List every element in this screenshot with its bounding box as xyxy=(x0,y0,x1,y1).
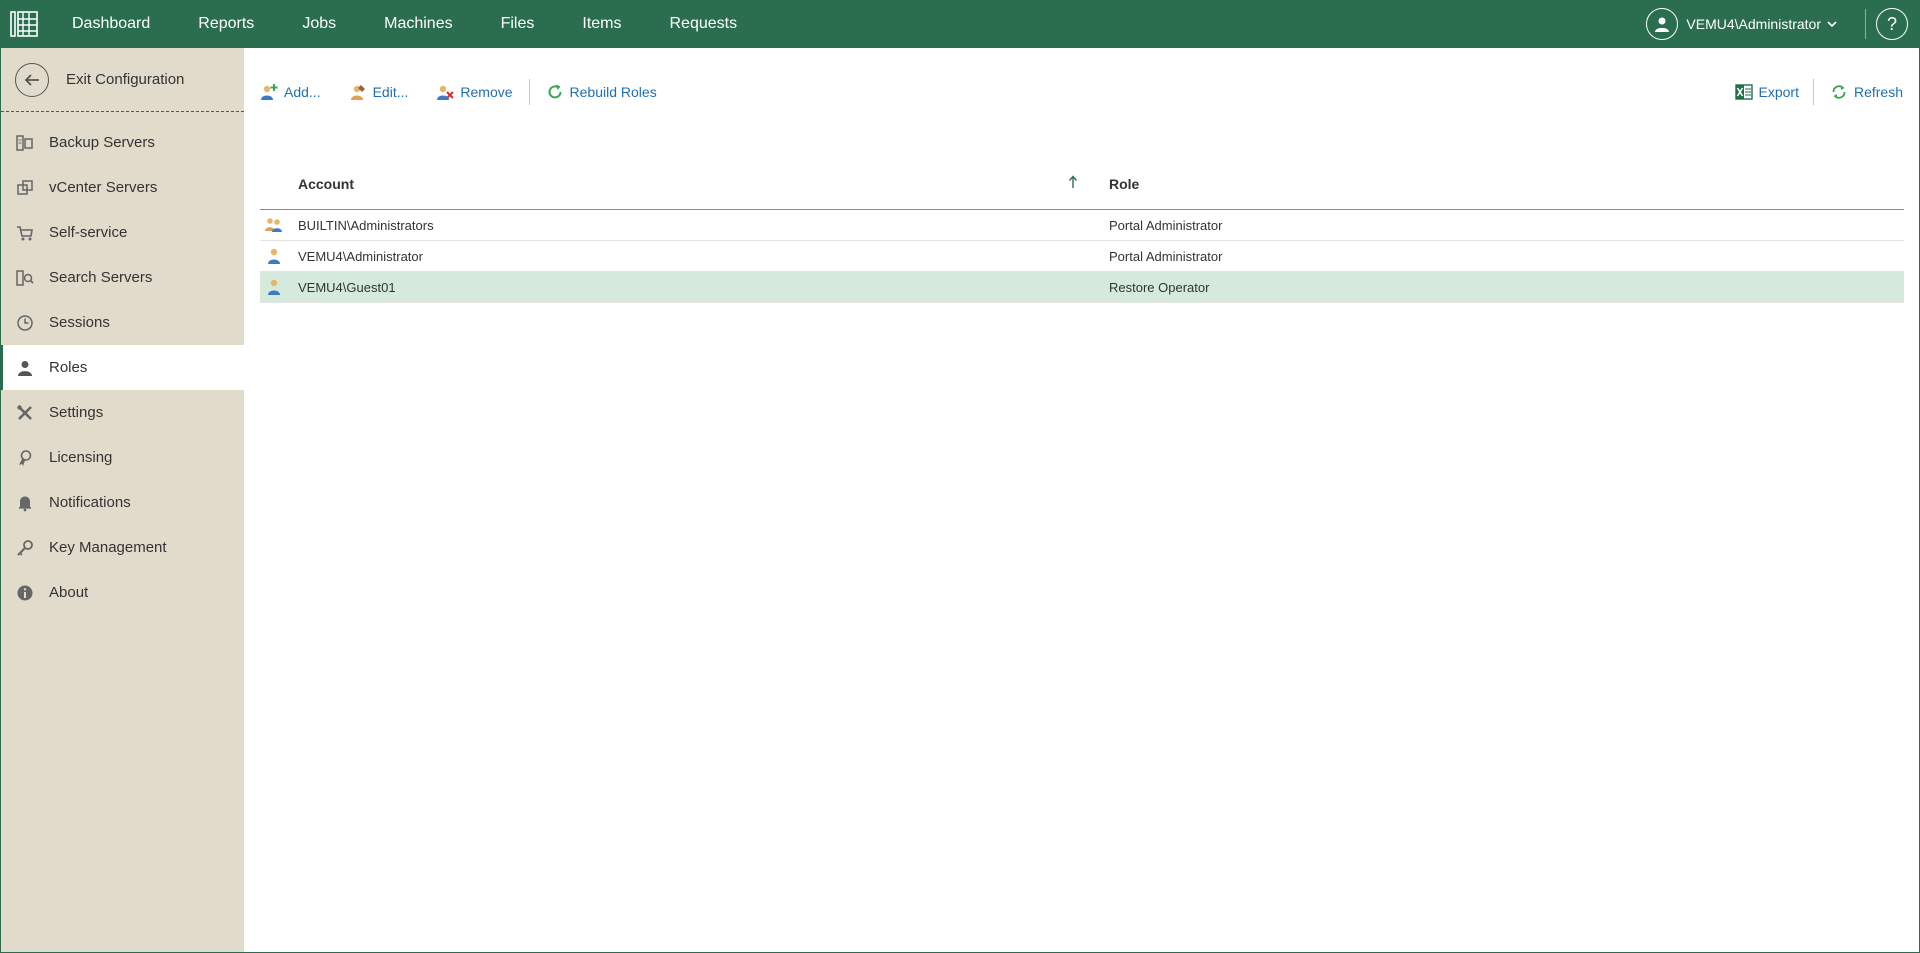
row-account: VEMU4\Guest01 xyxy=(298,280,396,295)
license-icon xyxy=(15,448,35,468)
row-account: BUILTIN\Administrators xyxy=(298,218,434,233)
sidebar-item-licensing[interactable]: Licensing xyxy=(1,435,244,480)
sort-ascending-icon[interactable] xyxy=(1068,174,1078,195)
column-header-account[interactable]: Account xyxy=(298,176,354,192)
bell-icon xyxy=(15,493,35,513)
search-servers-icon xyxy=(15,268,35,288)
rebuild-roles-label: Rebuild Roles xyxy=(569,84,657,100)
sidebar-item-backup-servers[interactable]: Backup Servers xyxy=(1,120,244,165)
remove-button[interactable]: Remove xyxy=(436,83,513,101)
sidebar-item-key-management[interactable]: Key Management xyxy=(1,525,244,570)
nav-items[interactable]: Items xyxy=(582,15,621,33)
help-button[interactable]: ? xyxy=(1876,8,1908,40)
sidebar-item-label: Key Management xyxy=(49,539,167,556)
app-logo-icon[interactable] xyxy=(0,0,48,48)
main-nav: Dashboard Reports Jobs Machines Files It… xyxy=(72,15,785,33)
nav-machines[interactable]: Machines xyxy=(384,15,452,33)
refresh-icon xyxy=(1832,85,1846,99)
sidebar-item-label: vCenter Servers xyxy=(49,179,158,196)
row-role: Restore Operator xyxy=(1109,280,1210,295)
main-content: Add... Edit... Remove Rebuild Roles Expo… xyxy=(244,48,1920,953)
user-name: VEMU4\Administrator xyxy=(1686,16,1821,32)
toolbar-divider xyxy=(1812,79,1814,105)
export-label: Export xyxy=(1758,84,1799,100)
edit-label: Edit... xyxy=(372,84,409,100)
nav-dashboard[interactable]: Dashboard xyxy=(72,15,150,33)
row-account: VEMU4\Administrator xyxy=(298,249,423,264)
sidebar-item-label: Sessions xyxy=(49,314,110,331)
sidebar-item-label: Licensing xyxy=(49,449,113,466)
sidebar-item-label: Settings xyxy=(49,404,104,421)
toolbar-divider xyxy=(528,79,530,105)
refresh-button[interactable]: Refresh xyxy=(1830,83,1903,101)
remove-user-icon xyxy=(437,85,455,100)
group-icon xyxy=(264,216,284,239)
sidebar-item-sessions[interactable]: Sessions xyxy=(1,300,244,345)
row-role: Portal Administrator xyxy=(1109,249,1223,264)
user-icon xyxy=(264,278,284,301)
sidebar-item-roles[interactable]: Roles xyxy=(0,345,245,390)
sidebar-item-about[interactable]: About xyxy=(1,570,244,615)
sidebar-item-label: Self-service xyxy=(49,224,128,241)
chevron-down-icon xyxy=(1827,21,1837,28)
sidebar-item-label: Roles xyxy=(49,359,88,376)
sidebar: Exit Configuration Backup Servers vCente… xyxy=(0,48,245,953)
sidebar-item-vcenter-servers[interactable]: vCenter Servers xyxy=(1,165,244,210)
nav-requests[interactable]: Requests xyxy=(670,15,738,33)
user-icon xyxy=(264,247,284,270)
sidebar-item-label: Backup Servers xyxy=(49,134,155,151)
exit-configuration-label: Exit Configuration xyxy=(66,71,185,88)
table-row[interactable]: VEMU4\Guest01 Restore Operator xyxy=(260,272,1904,303)
toolbar-right: Export Refresh xyxy=(1734,76,1903,108)
nav-jobs[interactable]: Jobs xyxy=(302,15,336,33)
column-header-role[interactable]: Role xyxy=(1109,176,1139,192)
rebuild-icon xyxy=(548,84,562,99)
vcenter-servers-icon xyxy=(15,178,35,198)
export-button[interactable]: Export xyxy=(1734,83,1799,101)
sidebar-item-notifications[interactable]: Notifications xyxy=(1,480,244,525)
sidebar-item-self-service[interactable]: Self-service xyxy=(1,210,244,255)
sidebar-menu: Backup Servers vCenter Servers Self-serv… xyxy=(0,120,245,615)
row-role: Portal Administrator xyxy=(1109,218,1223,233)
nav-reports[interactable]: Reports xyxy=(198,15,254,33)
add-label: Add... xyxy=(284,84,321,100)
add-button[interactable]: Add... xyxy=(260,83,321,101)
toolbar: Add... Edit... Remove Rebuild Roles xyxy=(260,76,685,108)
rebuild-roles-button[interactable]: Rebuild Roles xyxy=(546,83,657,101)
table-header: Account Role xyxy=(260,156,1904,210)
table-row[interactable]: BUILTIN\Administrators Portal Administra… xyxy=(260,210,1904,241)
sidebar-item-settings[interactable]: Settings xyxy=(1,390,244,435)
user-avatar-icon xyxy=(1655,17,1670,32)
tools-icon xyxy=(15,403,35,423)
sidebar-item-label: About xyxy=(49,584,89,601)
clock-icon xyxy=(15,313,35,333)
table-row[interactable]: VEMU4\Administrator Portal Administrator xyxy=(260,241,1904,272)
sidebar-item-label: Notifications xyxy=(49,494,131,511)
person-icon xyxy=(15,358,35,378)
exit-configuration-button[interactable]: Exit Configuration xyxy=(1,48,244,112)
edit-user-icon xyxy=(350,85,365,100)
top-bar: Dashboard Reports Jobs Machines Files It… xyxy=(0,0,1920,48)
excel-icon xyxy=(1734,84,1753,100)
key-icon xyxy=(15,538,35,558)
roles-table: Account Role BUILTIN\Administrators Port… xyxy=(260,156,1904,303)
cart-icon xyxy=(15,223,35,243)
user-menu[interactable]: VEMU4\Administrator xyxy=(1646,8,1865,40)
add-user-icon xyxy=(261,84,278,100)
backup-servers-icon xyxy=(15,133,35,153)
nav-files[interactable]: Files xyxy=(501,15,535,33)
top-right-controls: VEMU4\Administrator ? xyxy=(1646,0,1920,48)
back-arrow-icon xyxy=(15,62,49,97)
refresh-label: Refresh xyxy=(1853,84,1903,100)
remove-label: Remove xyxy=(460,84,513,100)
avatar xyxy=(1646,8,1679,40)
header-divider xyxy=(1865,9,1866,39)
edit-button[interactable]: Edit... xyxy=(349,83,409,101)
info-icon xyxy=(15,583,35,603)
sidebar-item-search-servers[interactable]: Search Servers xyxy=(1,255,244,300)
sidebar-item-label: Search Servers xyxy=(49,269,153,286)
